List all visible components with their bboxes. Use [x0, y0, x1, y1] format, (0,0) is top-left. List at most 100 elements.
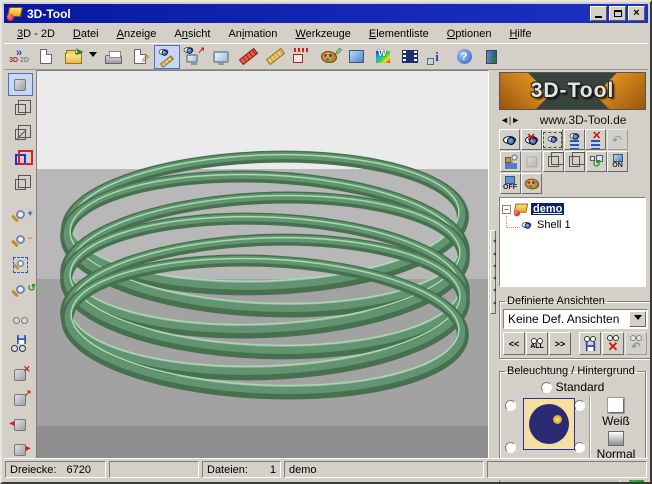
background-off-button[interactable]: OFF: [500, 173, 521, 194]
triangles-cell: Dreiecke:6720: [5, 461, 106, 478]
red-ruler-button[interactable]: [235, 45, 261, 69]
maximize-button[interactable]: [609, 6, 626, 21]
light-top-left-radio[interactable]: [505, 400, 516, 411]
wall-thickness-button[interactable]: W: [370, 45, 396, 69]
tree-root-row[interactable]: − demo: [502, 201, 643, 217]
files-cell: Dateien:1: [202, 461, 281, 478]
light-position-area: [503, 396, 589, 462]
menu-werkzeuge[interactable]: Werkzeuge: [286, 26, 359, 42]
menu-datei[interactable]: Datei: [64, 26, 108, 42]
element-colors-button[interactable]: [521, 173, 542, 194]
zoom-fit-button[interactable]: ↺: [8, 278, 33, 301]
open-file-button[interactable]: ➤: [60, 45, 86, 69]
undo-visibility-button[interactable]: ↶: [607, 129, 628, 150]
dimension-tool-button[interactable]: [289, 45, 315, 69]
print-button[interactable]: [100, 45, 126, 69]
eye-icon: [503, 136, 516, 144]
menu-animation[interactable]: Animation: [219, 26, 286, 42]
menu-ansicht[interactable]: Ansicht: [165, 26, 219, 42]
light-preview[interactable]: [523, 398, 575, 450]
panel-resize-icon[interactable]: ◄|►: [500, 115, 520, 125]
save-view-button[interactable]: [8, 333, 33, 356]
zoom-out-button[interactable]: −: [8, 228, 33, 251]
light-bottom-right-radio[interactable]: [574, 442, 585, 453]
red-x-icon: ✕: [527, 133, 536, 144]
menu-elementliste[interactable]: Elementliste: [360, 26, 438, 42]
tree-root-label[interactable]: demo: [531, 203, 564, 215]
show-in-list-button[interactable]: [564, 129, 585, 150]
zoom-in-button[interactable]: +: [8, 203, 33, 226]
eyes-icon: [630, 335, 642, 340]
view-iso-button[interactable]: ✕: [8, 363, 33, 386]
edit-notes-button[interactable]: ✎: [127, 45, 153, 69]
shaded-elements-button[interactable]: [521, 151, 542, 172]
undo-icon: ↶: [612, 133, 622, 147]
info-button[interactable]: i: [424, 45, 450, 69]
measure-visibility-button[interactable]: [154, 45, 180, 69]
light-top-right-radio[interactable]: [574, 400, 585, 411]
light-bottom-left-radio[interactable]: [505, 442, 516, 453]
standard-light-radio[interactable]: [541, 382, 552, 393]
white-background-button[interactable]: [608, 398, 624, 413]
hide-in-list-button[interactable]: ✕: [585, 129, 606, 150]
close-button[interactable]: ×: [628, 6, 645, 21]
animation-button[interactable]: [397, 45, 423, 69]
tree-child-row[interactable]: Shell 1: [502, 217, 643, 233]
menu-hilfe[interactable]: Hilfe: [500, 26, 540, 42]
element-tree: − demo Shell 1: [499, 197, 646, 287]
explode-view-button[interactable]: [343, 45, 369, 69]
zoom-fit-icon: ↺: [16, 285, 25, 294]
zoom-in-icon: +: [16, 210, 25, 219]
capture-view-button[interactable]: ↗: [181, 45, 207, 69]
new-file-button[interactable]: [33, 45, 59, 69]
transparent-view-button[interactable]: [8, 173, 33, 196]
3d-viewport[interactable]: [36, 70, 489, 460]
refresh-elements-button[interactable]: ↺: [586, 151, 607, 172]
show-all-button[interactable]: [499, 129, 520, 150]
delete-defined-view-button[interactable]: ✕: [602, 332, 624, 355]
colored-edges-view-button[interactable]: [8, 148, 33, 171]
hidden-line-elements-button[interactable]: [543, 151, 564, 172]
view-right-button[interactable]: ►: [8, 438, 33, 456]
dropdown-button[interactable]: [629, 311, 646, 327]
zoom-window-button[interactable]: [8, 253, 33, 276]
measure-ruler-button[interactable]: [262, 45, 288, 69]
minimize-button[interactable]: [590, 6, 607, 21]
normal-background-button[interactable]: [608, 431, 624, 446]
splitter-collapse-handle[interactable]: [490, 230, 496, 314]
wireframe-view-button[interactable]: [8, 123, 33, 146]
3d-2d-switch-button[interactable]: » 3D 2D: [6, 45, 32, 69]
edit-page-icon: ✎: [134, 49, 146, 64]
restore-view-button[interactable]: ↶: [625, 332, 647, 355]
background-on-button[interactable]: ON: [607, 151, 628, 172]
search-tree-button[interactable]: [500, 151, 521, 172]
view-front-button[interactable]: ↗: [8, 388, 33, 411]
tree-child-label[interactable]: Shell 1: [537, 219, 571, 231]
previous-view-button[interactable]: <<: [503, 332, 525, 355]
hidden-line-view-button[interactable]: [8, 98, 33, 121]
menu-anzeige[interactable]: Anzeige: [108, 26, 166, 42]
floppy-icon: [17, 335, 26, 344]
view-toolbar: + − ↺ ✕ ↗ ◄ ► ▲ ▲: [4, 70, 36, 456]
panel-splitter[interactable]: [489, 70, 497, 456]
load-view-button[interactable]: [8, 308, 33, 331]
help-button[interactable]: ?: [451, 45, 477, 69]
defined-views-dropdown[interactable]: Keine Def. Ansichten: [503, 309, 648, 329]
shaded-view-button[interactable]: [8, 73, 33, 96]
shaded-cube-icon: [526, 156, 537, 167]
paint-colors-button[interactable]: ✎: [316, 45, 342, 69]
exit-button[interactable]: [478, 45, 504, 69]
menu-optionen[interactable]: Optionen: [438, 26, 501, 42]
hide-all-button[interactable]: ✕: [521, 129, 542, 150]
show-all-views-button[interactable]: ALL: [526, 332, 548, 355]
view-left-button[interactable]: ◄: [8, 413, 33, 436]
save-defined-view-button[interactable]: [579, 332, 601, 355]
website-link[interactable]: www.3D-Tool.de: [520, 113, 646, 127]
wireframe-elements-button[interactable]: [564, 151, 585, 172]
monitor-display-button[interactable]: [208, 45, 234, 69]
show-selected-button[interactable]: [542, 129, 563, 150]
menu-3d-2d[interactable]: 3D - 2D: [8, 26, 64, 42]
next-view-button[interactable]: >>: [549, 332, 571, 355]
open-file-dropdown[interactable]: [87, 45, 99, 69]
collapse-icon[interactable]: −: [502, 205, 511, 214]
